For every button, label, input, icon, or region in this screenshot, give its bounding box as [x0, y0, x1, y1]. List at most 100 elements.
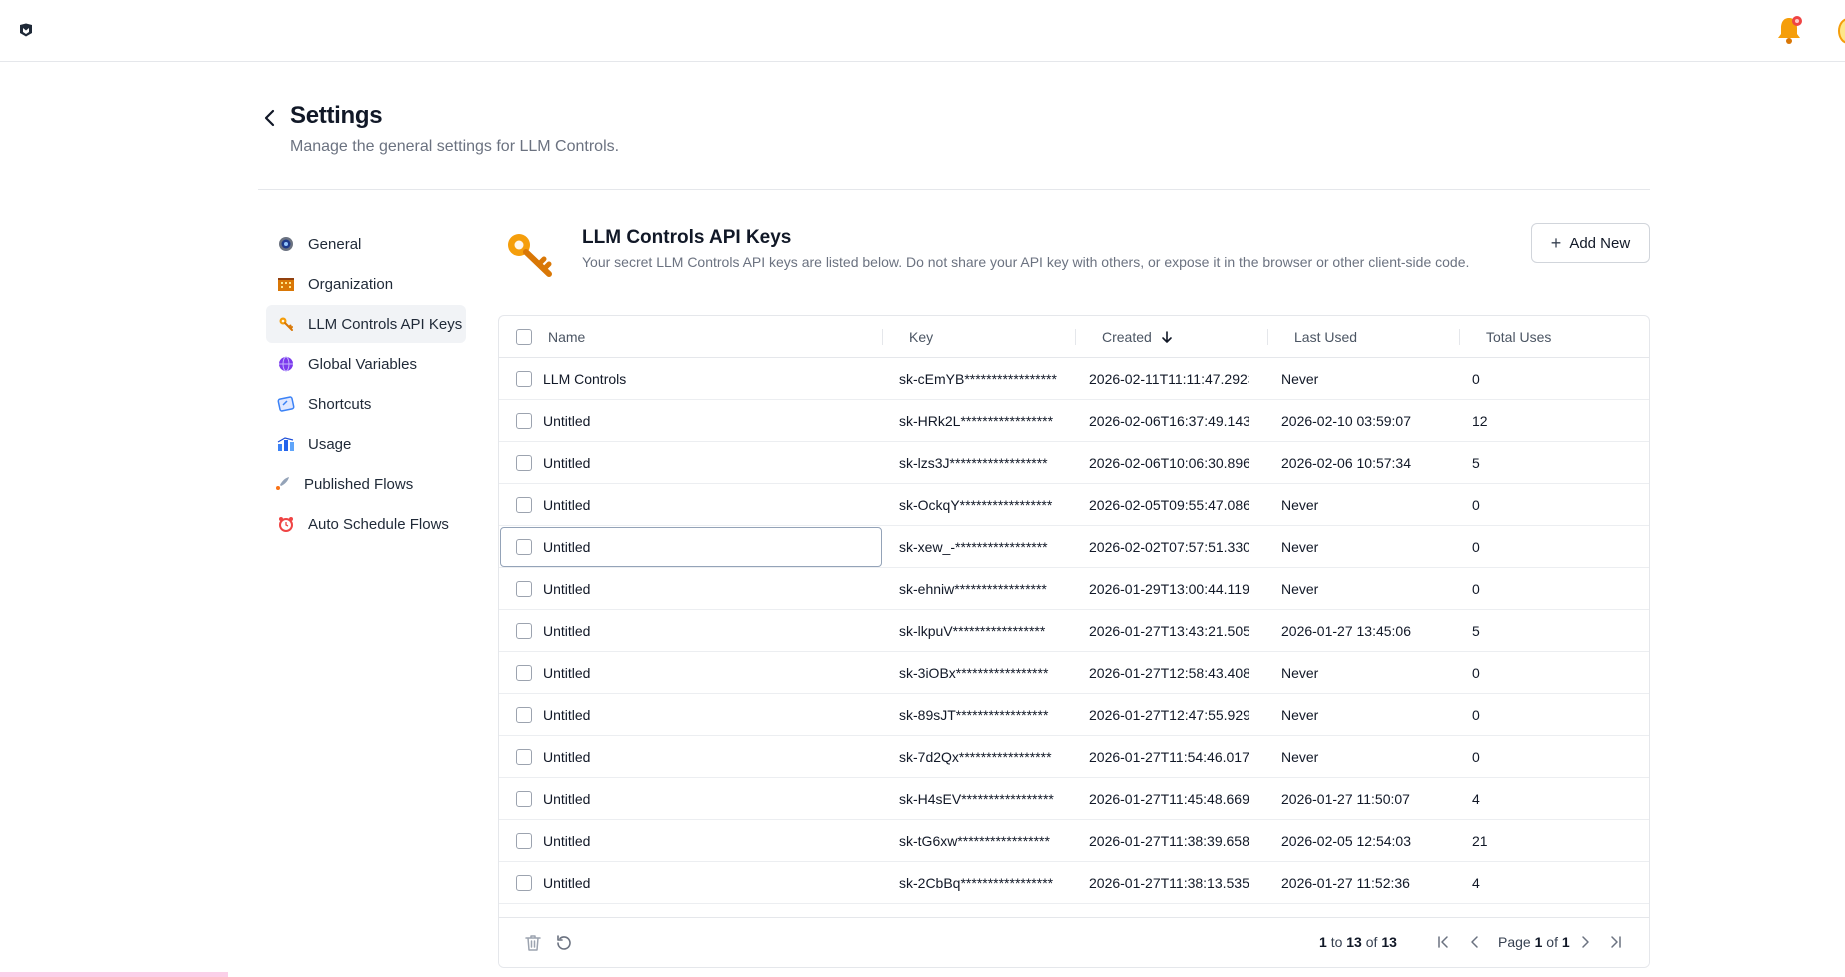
sidebar-item-auto-schedule-flows[interactable]: Auto Schedule Flows [266, 505, 466, 543]
cell-total-uses: 0 [1472, 497, 1480, 513]
cell-key: sk-H4sEV***************** [899, 791, 1054, 807]
cell-last-used: 2026-01-27 11:52:36 [1281, 875, 1410, 891]
cell-created: 2026-01-27T12:47:55.9293 [1089, 707, 1249, 723]
cell-key: sk-HRk2L***************** [899, 413, 1054, 429]
table-row[interactable]: Untitled sk-3iOBx***************** 2026-01… [499, 652, 1649, 694]
table-row[interactable]: LLM Controls sk-cEmYB***************** 202… [499, 358, 1649, 400]
last-page-icon[interactable] [1607, 933, 1625, 951]
column-divider[interactable] [1459, 329, 1460, 345]
sort-descending-icon[interactable] [1160, 330, 1174, 344]
range-end: 13 [1346, 934, 1362, 950]
previous-page-icon[interactable] [1466, 933, 1484, 951]
cell-created: 2026-01-27T11:38:39.6580 [1089, 833, 1249, 849]
cell-created: 2026-02-11T11:11:47.2923 [1089, 371, 1249, 387]
row-checkbox[interactable] [516, 497, 532, 513]
sidebar-item-organization[interactable]: Organization [266, 265, 466, 303]
app-logo-icon[interactable] [19, 23, 33, 37]
back-arrow-icon[interactable] [262, 106, 278, 130]
cell-last-used: Never [1281, 707, 1319, 723]
sidebar-item-label: Auto Schedule Flows [308, 515, 449, 533]
cell-created: 2026-01-27T11:38:13.5350 [1089, 875, 1249, 891]
key-icon [508, 234, 552, 277]
avatar[interactable] [1838, 18, 1845, 44]
refresh-icon[interactable] [554, 933, 574, 953]
cell-key: sk-ehniw***************** [899, 581, 1047, 597]
sidebar-item-published-flows[interactable]: Published Flows [266, 465, 466, 503]
cell-name: Untitled [543, 497, 591, 513]
alarm-clock-icon [276, 514, 296, 534]
table-row[interactable]: Untitled sk-lzs3J****************** 2026-0… [499, 442, 1649, 484]
cell-last-used: 2026-02-10 03:59:07 [1281, 413, 1411, 429]
column-header-key[interactable]: Key [909, 316, 933, 358]
cell-name: Untitled [543, 665, 591, 681]
cell-key: sk-7d2Qx***************** [899, 749, 1052, 765]
table-row[interactable]: Untitled sk-7d2Qx***************** 2026-01… [499, 736, 1649, 778]
select-all-checkbox[interactable] [516, 329, 532, 345]
table-row[interactable]: Untitled sk-89sJT***************** 2026-01… [499, 694, 1649, 736]
sidebar-item-general[interactable]: General [266, 225, 466, 263]
row-checkbox[interactable] [516, 749, 532, 765]
sidebar-item-label: LLM Controls API Keys [308, 315, 463, 333]
row-checkbox[interactable] [516, 791, 532, 807]
sidebar-item-label: Global Variables [308, 355, 417, 373]
row-checkbox[interactable] [516, 833, 532, 849]
table-row[interactable]: Untitled sk-2CbBq***************** 2026-01… [499, 862, 1649, 904]
table-row[interactable]: Untitled sk-HRk2L***************** 2026-02… [499, 400, 1649, 442]
row-checkbox[interactable] [516, 581, 532, 597]
globe-icon [276, 354, 296, 374]
table-row[interactable]: Untitled sk-lkpuV***************** 2026-01… [499, 610, 1649, 652]
table-row[interactable]: Untitled sk-OckqY***************** 2026-02… [499, 484, 1649, 526]
row-checkbox[interactable] [516, 707, 532, 723]
cell-created: 2026-02-02T07:57:51.3309 [1089, 539, 1249, 555]
column-divider[interactable] [1075, 329, 1076, 345]
trash-icon[interactable] [523, 933, 543, 953]
sidebar-item-label: Shortcuts [308, 395, 372, 413]
cell-key: sk-3iOBx***************** [899, 665, 1049, 681]
column-divider[interactable] [1267, 329, 1268, 345]
cell-total-uses: 0 [1472, 749, 1480, 765]
add-new-label: Add New [1569, 234, 1631, 252]
add-new-button[interactable]: + Add New [1531, 223, 1650, 263]
column-header-total-uses[interactable]: Total Uses [1486, 316, 1551, 358]
row-checkbox[interactable] [516, 413, 532, 429]
row-checkbox[interactable] [516, 875, 532, 891]
first-page-icon[interactable] [1434, 933, 1452, 951]
cell-name: Untitled [543, 413, 591, 429]
sidebar-item-label: Usage [308, 435, 352, 453]
cell-key: sk-lzs3J****************** [899, 455, 1048, 471]
page-total: 1 [1561, 934, 1570, 950]
range-total: 13 [1381, 934, 1397, 950]
sidebar-item-api-keys[interactable]: LLM Controls API Keys [266, 305, 466, 343]
row-checkbox[interactable] [516, 623, 532, 639]
cell-name: Untitled [543, 707, 591, 723]
notification-bell-icon[interactable] [1774, 14, 1804, 46]
table-row[interactable]: Untitled sk-xew_-***************** 2026-02… [499, 526, 1649, 568]
sidebar-item-shortcuts[interactable]: Shortcuts [266, 385, 466, 423]
rocket-icon [272, 474, 292, 494]
cell-created: 2026-01-29T13:00:44.1197 [1089, 581, 1249, 597]
row-checkbox[interactable] [516, 539, 532, 555]
row-checkbox[interactable] [516, 371, 532, 387]
column-header-created[interactable]: Created [1102, 316, 1174, 358]
cell-total-uses: 5 [1472, 623, 1480, 639]
cell-last-used: Never [1281, 371, 1319, 387]
column-header-last-used[interactable]: Last Used [1294, 316, 1357, 358]
sidebar-item-usage[interactable]: Usage [266, 425, 466, 463]
table-row[interactable]: Untitled sk-tG6xw***************** 2026-01… [499, 820, 1649, 862]
table-row[interactable]: Untitled sk-ehniw***************** 2026-01… [499, 568, 1649, 610]
column-header-name[interactable]: Name [548, 316, 585, 358]
column-divider[interactable] [882, 329, 883, 345]
cell-last-used: Never [1281, 497, 1319, 513]
cell-last-used: 2026-02-05 12:54:03 [1281, 833, 1411, 849]
cell-created: 2026-01-27T13:43:21.5052 [1089, 623, 1249, 639]
sidebar-item-global-variables[interactable]: Global Variables [266, 345, 466, 383]
sidebar-item-label: General [308, 235, 362, 253]
top-bar [0, 0, 1845, 62]
cell-total-uses: 21 [1472, 833, 1488, 849]
row-checkbox[interactable] [516, 665, 532, 681]
table-row[interactable]: Untitled sk-H4sEV***************** 2026-01… [499, 778, 1649, 820]
next-page-icon[interactable] [1576, 933, 1594, 951]
cell-last-used: Never [1281, 749, 1319, 765]
row-checkbox[interactable] [516, 455, 532, 471]
cell-last-used: 2026-01-27 13:45:06 [1281, 623, 1411, 639]
